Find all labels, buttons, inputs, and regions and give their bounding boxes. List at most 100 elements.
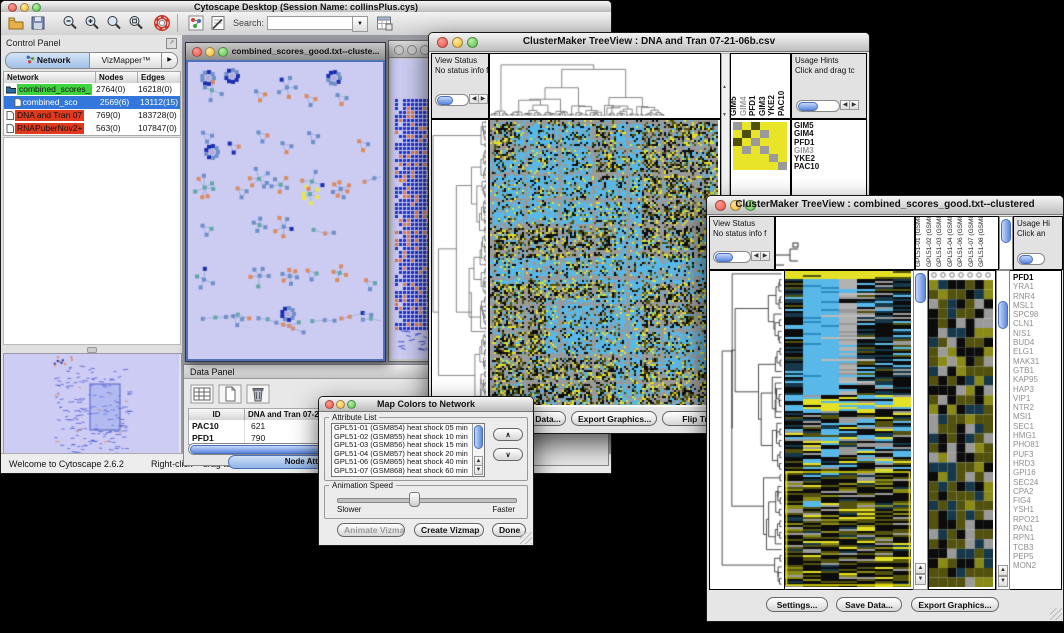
network-tree-row[interactable]: combined_scores_2764(0)16218(0) <box>4 83 180 96</box>
gene-label[interactable]: BUD4 <box>1010 338 1061 347</box>
move-up-button[interactable]: ∧ <box>493 428 523 441</box>
gene-label[interactable]: VIP1 <box>1010 394 1061 403</box>
col-network[interactable]: Network <box>4 72 96 83</box>
attribute-item[interactable]: GPL51-07 (GSM868) heat shock 60 min <box>332 467 484 476</box>
birdseye-canvas[interactable] <box>4 354 179 458</box>
tv2-heatmap-canvas[interactable] <box>785 271 911 587</box>
gene-label[interactable]: HRD3 <box>1010 459 1061 468</box>
gene-label[interactable]: RPN1 <box>1010 533 1061 542</box>
search-input[interactable] <box>267 16 353 30</box>
network-tree-row[interactable]: combined_sco2569(6)13112(15) <box>4 96 180 109</box>
scroll-right-icon[interactable]: ▶ <box>760 251 770 261</box>
gene-label[interactable]: GPI16 <box>1010 468 1061 477</box>
scroll-thumb[interactable] <box>798 102 818 111</box>
new-attribute-icon[interactable] <box>218 384 242 404</box>
scroll-up-icon[interactable]: ▲ <box>722 84 727 90</box>
col-nodes[interactable]: Nodes <box>96 72 138 83</box>
tv1-row-dendrogram[interactable] <box>431 119 489 408</box>
network-canvas[interactable] <box>188 62 381 357</box>
network-tree-row[interactable]: DNA and Tran 07769(0)183728(0) <box>4 109 180 122</box>
scroll-down-icon[interactable]: ▼ <box>474 465 483 475</box>
gene-label[interactable]: HMG1 <box>1010 431 1061 440</box>
speed-slider-thumb[interactable] <box>409 492 420 507</box>
gene-label[interactable]: MSI1 <box>1010 412 1061 421</box>
tv2-zoom-heatmap-canvas[interactable] <box>929 271 993 587</box>
tv1-hints-scrollbar[interactable] <box>796 100 840 112</box>
scroll-thumb[interactable] <box>1019 255 1033 264</box>
save-icon[interactable] <box>29 14 47 32</box>
scroll-thumb[interactable] <box>915 273 926 303</box>
scroll-right-icon[interactable]: ▶ <box>849 100 859 110</box>
tv2-col-tree-canvas[interactable] <box>776 217 912 267</box>
resize-grip[interactable] <box>1050 608 1062 620</box>
gene-label[interactable]: TCB3 <box>1010 543 1061 552</box>
export-graphics-button[interactable]: Export Graphics... <box>911 597 999 612</box>
col-edges[interactable]: Edges <box>138 72 180 83</box>
tv2-genes-scrollbar[interactable]: ▲ ▼ <box>996 270 1010 590</box>
gene-label[interactable]: GTB1 <box>1010 366 1061 375</box>
attribute-browser-icon[interactable] <box>375 14 393 32</box>
gene-label[interactable]: RPO21 <box>1010 515 1061 524</box>
tv2-row-dendrogram-canvas[interactable] <box>710 271 782 587</box>
gene-label[interactable]: PUF3 <box>1010 450 1061 459</box>
tv2-heatmap[interactable] <box>784 270 914 590</box>
scroll-down-icon[interactable]: ▼ <box>915 574 926 585</box>
tv1-col-dendrogram-canvas[interactable] <box>490 54 718 116</box>
scroll-up-icon[interactable]: ▲ <box>915 563 926 574</box>
tv1-column-dendrogram[interactable] <box>489 53 721 119</box>
scroll-right-icon[interactable]: ▶ <box>478 94 488 104</box>
scroll-down-icon[interactable]: ▼ <box>998 576 1008 587</box>
save-data-button[interactable]: Save Data... <box>836 597 902 612</box>
treeview2-title-bar[interactable]: ClusterMaker TreeView : combined_scores_… <box>707 196 1063 215</box>
minimize-button[interactable] <box>407 45 417 55</box>
gene-label[interactable]: NTR2 <box>1010 403 1061 412</box>
tv2-row-dendrogram[interactable] <box>709 270 785 590</box>
float-panel-icon[interactable]: ↗ <box>166 38 177 49</box>
id-column-header[interactable]: ID <box>189 409 245 420</box>
network-tree-row[interactable]: RNAPuberNov2+563(0)107847(0) <box>4 122 180 135</box>
gene-label[interactable]: MON2 <box>1010 561 1061 570</box>
tv1-status-scrollbar[interactable] <box>435 94 469 106</box>
zoom-in-icon[interactable] <box>83 14 101 32</box>
tv2-column-dendrogram-area[interactable] <box>775 216 915 270</box>
zoom-selected-icon[interactable] <box>127 14 145 32</box>
gene-label[interactable]: CLN1 <box>1010 319 1061 328</box>
tv1-row-dendrogram-canvas[interactable] <box>432 120 486 405</box>
gene-label[interactable]: ELG1 <box>1010 347 1061 356</box>
gene-label[interactable]: PEP5 <box>1010 552 1061 561</box>
gene-label[interactable]: PHO81 <box>1010 440 1061 449</box>
create-vizmap-button[interactable]: Create Vizmap <box>414 523 484 537</box>
scroll-thumb[interactable] <box>437 96 453 105</box>
tv2-zoom-heatmap[interactable] <box>928 270 996 590</box>
move-down-button[interactable]: ∨ <box>493 448 523 461</box>
scroll-thumb[interactable] <box>1001 219 1011 243</box>
tv2-labels-scrollbar[interactable] <box>999 216 1013 270</box>
tv2-status-scrollbar[interactable] <box>713 251 751 263</box>
gene-label[interactable]: PAN1 <box>1010 524 1061 533</box>
birdseye-view[interactable] <box>3 353 182 461</box>
open-file-icon[interactable] <box>7 14 25 32</box>
tv1-heatmap-canvas[interactable] <box>490 120 718 405</box>
tab-more-button[interactable]: ▶ <box>161 52 178 69</box>
settings-button[interactable]: Settings... <box>766 597 828 612</box>
zoom-fit-icon[interactable] <box>105 14 123 32</box>
dialog-title-bar[interactable]: Map Colors to Network <box>319 397 533 412</box>
gene-label[interactable]: HAP3 <box>1010 385 1061 394</box>
gene-label[interactable]: PFD1 <box>1010 273 1061 282</box>
scroll-thumb[interactable] <box>474 425 483 449</box>
list-scrollbar[interactable]: ▲ ▼ <box>472 424 484 476</box>
treeview1-title-bar[interactable]: ClusterMaker TreeView : DNA and Tran 07-… <box>429 33 869 52</box>
gene-label[interactable]: KAP95 <box>1010 375 1061 384</box>
gene-label[interactable]: SPC98 <box>1010 310 1061 319</box>
gene-label[interactable]: PAC10 <box>792 163 866 171</box>
tab-network[interactable]: Network <box>5 52 91 69</box>
scroll-down-icon[interactable]: ▼ <box>722 112 727 118</box>
gene-label[interactable]: FIG4 <box>1010 496 1061 505</box>
gene-label[interactable]: YRA1 <box>1010 282 1061 291</box>
annotation-icon[interactable] <box>209 14 227 32</box>
table-icon[interactable] <box>190 384 214 404</box>
zoom-out-icon[interactable] <box>61 14 79 32</box>
speed-slider-track[interactable] <box>337 498 517 503</box>
animate-vizmap-button[interactable]: Animate Vizmap <box>337 523 405 537</box>
resize-grip[interactable] <box>520 532 532 544</box>
